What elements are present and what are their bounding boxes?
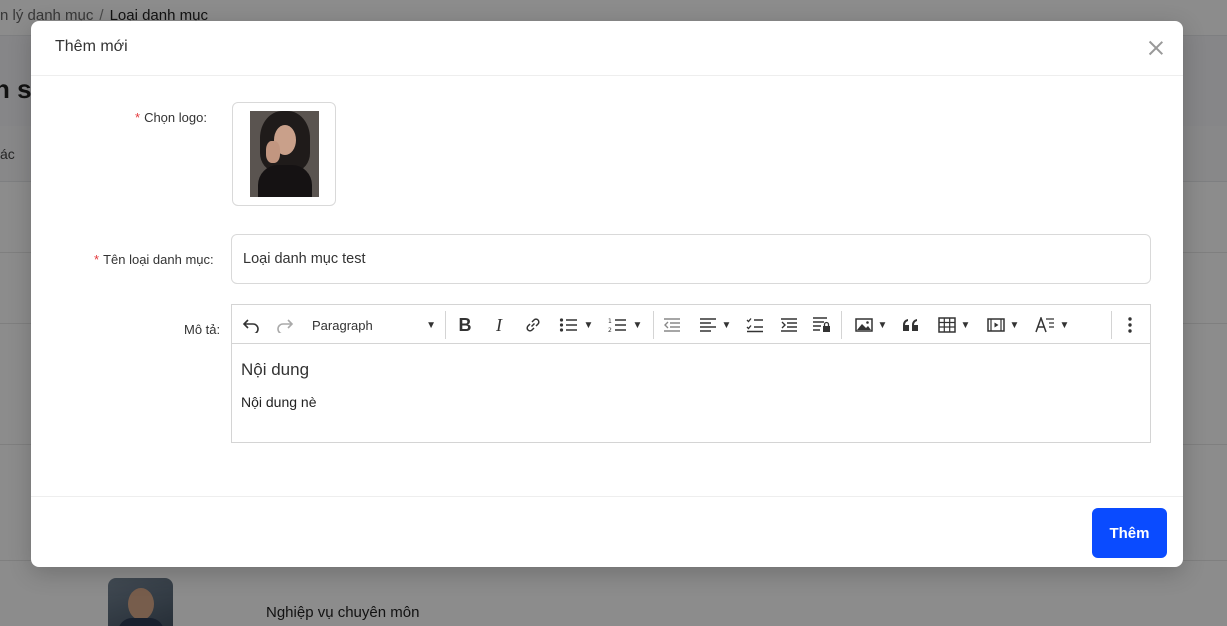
add-modal: Thêm mới * Chọn logo: * Tên loại danh mục:… xyxy=(31,21,1183,567)
undo-icon[interactable] xyxy=(240,314,262,336)
redo-icon[interactable] xyxy=(274,314,296,336)
align-icon[interactable]: ▼ xyxy=(695,314,735,336)
chevron-down-icon: ▼ xyxy=(426,319,436,331)
table-icon[interactable]: ▼ xyxy=(934,314,974,336)
blockquote-icon[interactable] xyxy=(900,314,922,336)
name-label-text: Tên loại danh mục xyxy=(103,252,211,267)
logo-upload[interactable] xyxy=(232,102,336,206)
svg-text:2: 2 xyxy=(608,327,612,333)
bulleted-list-icon[interactable]: ▼ xyxy=(556,314,596,336)
close-icon[interactable] xyxy=(1145,37,1167,59)
editor-toolbar: Paragraph ▼ B I ▼ 1 2 ▼ ▼ ▼ ▼ ▼ ▼ xyxy=(232,305,1150,344)
paragraph-dropdown[interactable]: Paragraph ▼ xyxy=(312,314,436,336)
toolbar-divider xyxy=(841,311,842,339)
label-colon: : xyxy=(210,252,214,267)
editor-heading[interactable]: Nội dung xyxy=(241,360,1141,380)
required-mark: * xyxy=(135,110,141,125)
chevron-down-icon: ▼ xyxy=(632,319,643,331)
modal-header: Thêm mới xyxy=(31,21,1183,76)
label-colon: : xyxy=(203,110,207,125)
logo-image xyxy=(250,111,319,197)
submit-button[interactable]: Thêm xyxy=(1092,508,1167,558)
bold-button[interactable]: B xyxy=(454,314,476,336)
editor-paragraph[interactable]: Nội dung nè xyxy=(241,394,1141,410)
svg-text:1: 1 xyxy=(608,318,612,325)
chevron-down-icon: ▼ xyxy=(583,319,594,331)
modal-footer: Thêm xyxy=(31,496,1183,567)
chevron-down-icon: ▼ xyxy=(721,319,732,331)
more-icon[interactable] xyxy=(1119,314,1141,336)
label-colon: : xyxy=(216,322,221,337)
category-name-input[interactable] xyxy=(231,234,1151,284)
numbered-list-icon[interactable]: 1 2 ▼ xyxy=(605,314,645,336)
restricted-editing-icon[interactable] xyxy=(811,314,833,336)
chevron-down-icon: ▼ xyxy=(1009,319,1020,331)
toolbar-divider xyxy=(1111,311,1112,339)
rich-text-editor: Paragraph ▼ B I ▼ 1 2 ▼ ▼ ▼ ▼ ▼ ▼ Nội du… xyxy=(231,304,1151,443)
desc-label-text: Mô tả xyxy=(184,322,217,337)
link-icon[interactable] xyxy=(522,314,544,336)
required-mark: * xyxy=(94,252,100,267)
toolbar-divider xyxy=(653,311,654,339)
chevron-down-icon: ▼ xyxy=(877,319,888,331)
editor-content[interactable]: Nội dung Nội dung nè xyxy=(232,344,1150,426)
chevron-down-icon: ▼ xyxy=(960,319,971,331)
desc-label: Mô tả: xyxy=(184,322,220,337)
italic-button[interactable]: I xyxy=(488,314,510,336)
text-style-icon[interactable]: ▼ xyxy=(1032,314,1072,336)
indent-icon[interactable] xyxy=(778,314,800,336)
name-label: * Tên loại danh mục: xyxy=(94,252,214,267)
logo-label: * Chọn logo: xyxy=(135,110,207,125)
toolbar-divider xyxy=(445,311,446,339)
outdent-icon[interactable] xyxy=(661,314,683,336)
media-icon[interactable]: ▼ xyxy=(983,314,1023,336)
todo-list-icon[interactable] xyxy=(744,314,766,336)
chevron-down-icon: ▼ xyxy=(1059,319,1070,331)
image-icon[interactable]: ▼ xyxy=(851,314,891,336)
logo-label-text: Chọn logo xyxy=(144,110,204,125)
paragraph-label: Paragraph xyxy=(312,317,373,333)
modal-title: Thêm mới xyxy=(55,38,128,55)
